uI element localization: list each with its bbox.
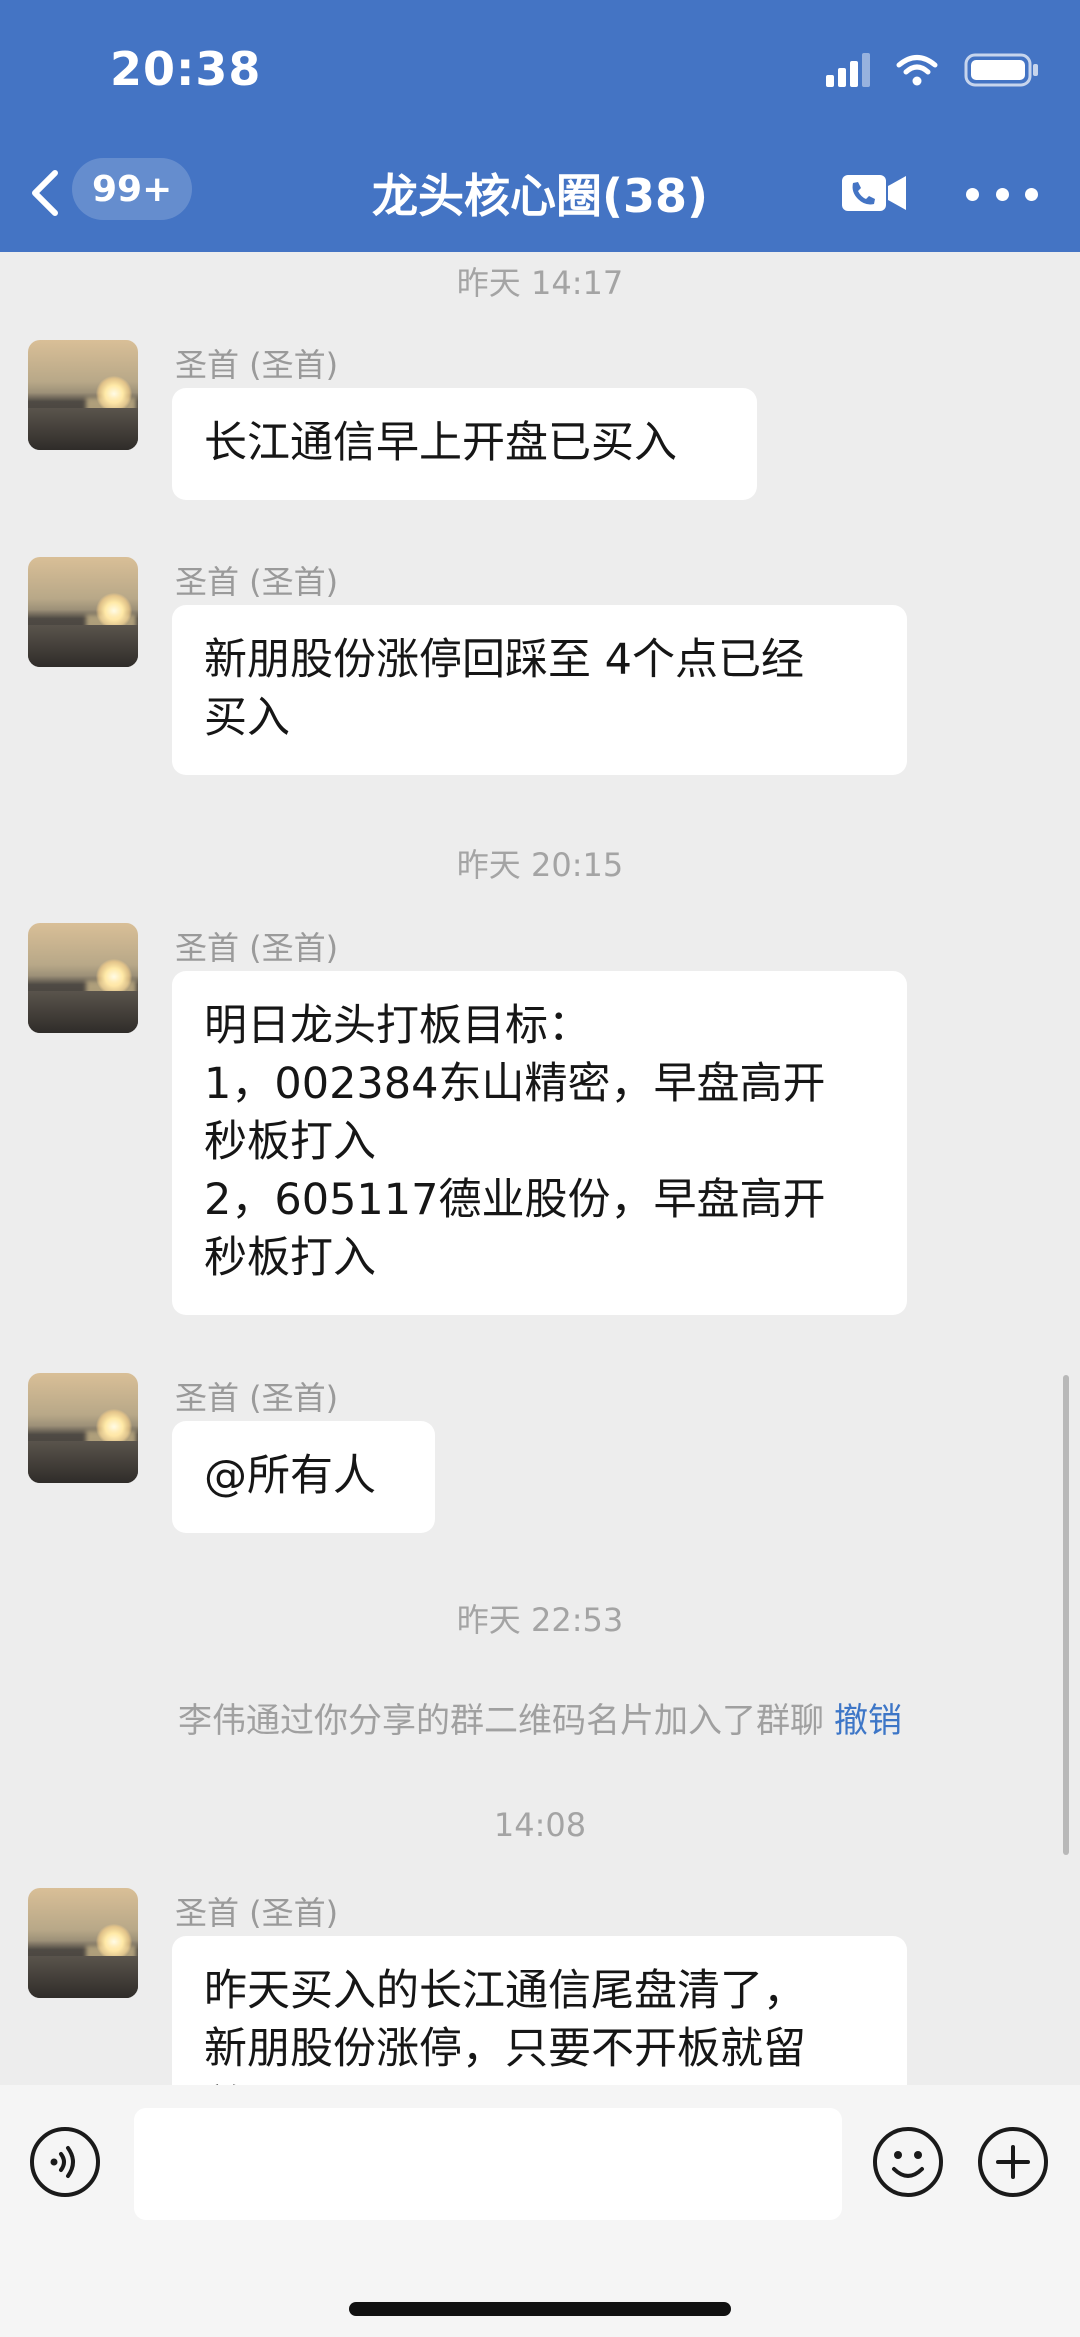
message-bubble[interactable]: 明日龙头打板目标： 1，002384东山精密，早盘高开 秒板打入 2，60511… — [172, 971, 907, 1315]
more-icon — [966, 187, 979, 201]
avatar[interactable] — [28, 1888, 138, 1998]
status-icons — [826, 50, 1040, 90]
battery-icon — [964, 53, 1038, 87]
message-timestamp: 昨天 20:15 — [456, 846, 624, 884]
plus-icon — [978, 2127, 1048, 2197]
cellular-signal-icon — [826, 53, 870, 87]
avatar[interactable] — [28, 923, 138, 1033]
sender-name: 圣首 (圣首) — [175, 1894, 339, 1932]
sender-name: 圣首 (圣首) — [175, 929, 339, 967]
voice-button[interactable] — [28, 2125, 102, 2199]
video-call-button[interactable] — [840, 165, 910, 221]
message-timestamp: 昨天 22:53 — [456, 1601, 624, 1639]
chat-title: 龙头核心圈(38) — [371, 169, 709, 223]
message-text: 2，605117德业股份，早盘高开 — [204, 1175, 826, 1225]
home-indicator[interactable] — [349, 2302, 731, 2316]
scrollbar[interactable] — [1063, 1375, 1069, 1855]
emoji-icon — [873, 2127, 943, 2197]
system-message-text: 李伟通过你分享的群二维码名片加入了群聊 — [178, 1701, 824, 1741]
sender-name: 圣首 (圣首) — [175, 1379, 339, 1417]
avatar[interactable] — [28, 557, 138, 667]
header-bar: 20:38 99+ 龙头核心圈(38) — [0, 0, 1080, 252]
status-time: 20:38 — [110, 42, 262, 96]
sender-name: 圣首 (圣首) — [175, 346, 339, 384]
message-text: 长江通信早上开盘已买入 — [204, 418, 677, 468]
message-text: 秒板打入 — [204, 1117, 376, 1167]
voice-icon — [30, 2127, 100, 2197]
avatar[interactable] — [28, 1373, 138, 1483]
more-button[interactable] — [966, 166, 1038, 222]
message-bubble[interactable]: 新朋股份涨停回踩至 4个点已经 买入 — [172, 605, 907, 775]
message-input[interactable] — [134, 2108, 842, 2220]
message-bubble[interactable]: 长江通信早上开盘已买入 — [172, 388, 757, 500]
message-text: 新朋股份涨停，只要不开板就留 — [204, 2024, 806, 2074]
message-text: 1，002384东山精密，早盘高开 — [204, 1059, 826, 1109]
plus-button[interactable] — [976, 2125, 1050, 2199]
message-timestamp: 昨天 14:17 — [456, 264, 624, 302]
wifi-icon — [896, 55, 938, 86]
message-text: 新朋股份涨停回踩至 4个点已经 — [204, 635, 805, 685]
avatar[interactable] — [28, 340, 138, 450]
message-text: 昨天买入的长江通信尾盘清了， — [204, 1966, 806, 2016]
message-text: 明日龙头打板目标： — [204, 1001, 591, 1051]
message-text: 买入 — [204, 693, 290, 743]
video-call-icon — [842, 175, 906, 211]
message-text: @所有人 — [204, 1451, 376, 1501]
revoke-link[interactable]: 撤销 — [834, 1701, 902, 1741]
message-timestamp: 14:08 — [493, 1806, 587, 1844]
emoji-button[interactable] — [871, 2125, 945, 2199]
sender-name: 圣首 (圣首) — [175, 563, 339, 601]
message-text: 秒板打入 — [204, 1233, 376, 1283]
message-bubble[interactable]: @所有人 — [172, 1421, 435, 1533]
system-message: 李伟通过你分享的群二维码名片加入了群聊 撤销 — [0, 1693, 1080, 1742]
